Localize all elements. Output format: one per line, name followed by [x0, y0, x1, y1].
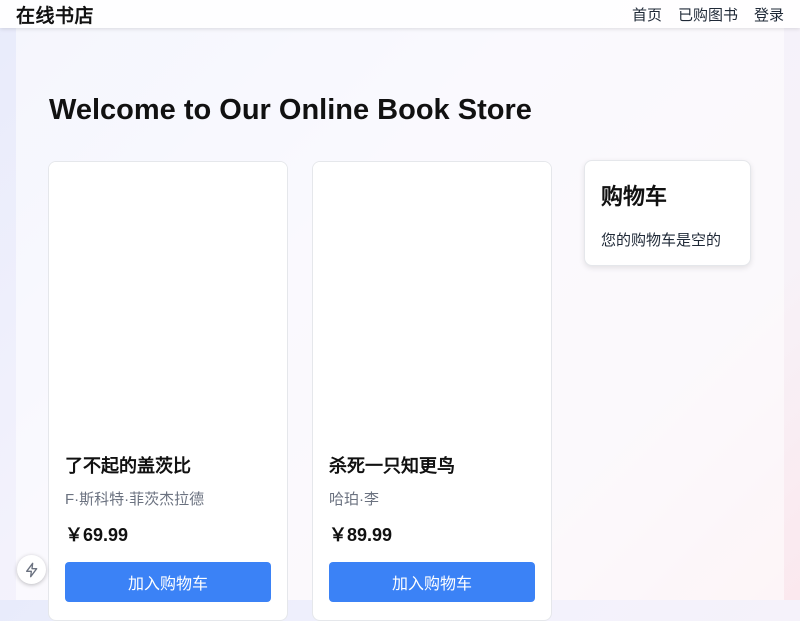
cart-title: 购物车	[601, 184, 668, 209]
lightning-icon	[25, 562, 37, 577]
book-title: 杀死一只知更鸟	[329, 456, 455, 476]
book-price: ￥89.99	[329, 525, 393, 545]
book-card: 杀死一只知更鸟 哈珀·李 ￥89.99 加入购物车	[312, 161, 552, 621]
main-content: Welcome to Our Online Book Store 了不起的盖茨比…	[16, 28, 784, 621]
book-cover	[313, 162, 551, 432]
add-to-cart-button[interactable]: 加入购物车	[65, 562, 271, 602]
nav-login-link[interactable]: 登录	[754, 4, 784, 25]
top-navbar: 在线书店 首页 已购图书 登录	[0, 0, 800, 28]
site-brand[interactable]: 在线书店	[16, 1, 94, 28]
book-title: 了不起的盖茨比	[65, 456, 191, 476]
book-cover	[49, 162, 287, 432]
book-author: 哈珀·李	[329, 491, 379, 508]
book-price: ￥69.99	[65, 525, 129, 545]
cart-empty-message: 您的购物车是空的	[601, 232, 722, 249]
shopping-cart-panel: 购物车 您的购物车是空的	[584, 160, 751, 266]
book-card: 了不起的盖茨比 F·斯科特·菲茨杰拉德 ￥69.99 加入购物车	[48, 161, 288, 621]
nav-home-link[interactable]: 首页	[632, 4, 662, 25]
dev-tools-button[interactable]	[17, 555, 46, 584]
nav-purchased-books-link[interactable]: 已购图书	[678, 4, 738, 25]
add-to-cart-button[interactable]: 加入购物车	[329, 562, 535, 602]
book-author: F·斯科特·菲茨杰拉德	[65, 491, 205, 508]
page-title: Welcome to Our Online Book Store	[49, 94, 532, 126]
main-nav: 首页 已购图书 登录	[632, 4, 784, 25]
